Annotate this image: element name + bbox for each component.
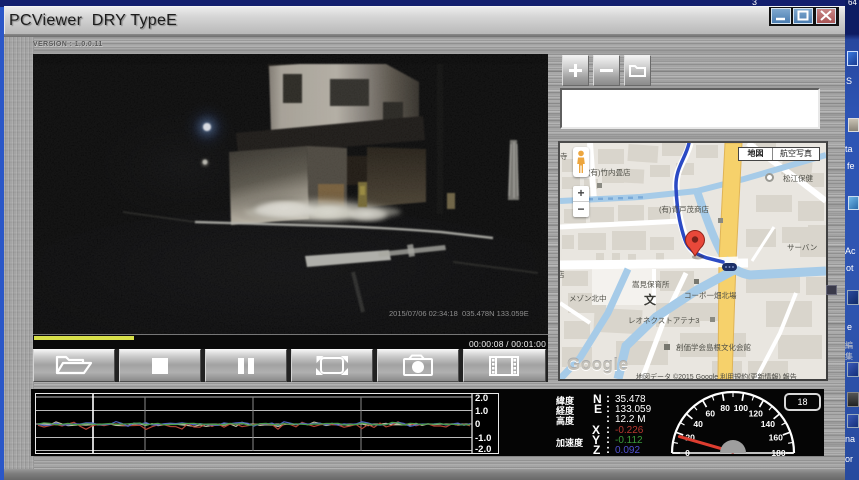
svg-text:140: 140 — [761, 419, 776, 429]
svg-text:80: 80 — [720, 403, 730, 413]
svg-text:1.0: 1.0 — [475, 406, 488, 417]
svg-text:40: 40 — [693, 419, 703, 429]
svg-text:160: 160 — [769, 432, 784, 442]
svg-text:0: 0 — [685, 448, 690, 456]
svg-text:100: 100 — [734, 403, 749, 413]
svg-text:-2.0: -2.0 — [475, 444, 491, 453]
svg-text:180: 180 — [771, 448, 786, 456]
svg-text:120: 120 — [749, 409, 764, 419]
svg-text:60: 60 — [706, 409, 716, 419]
svg-text:-1.0: -1.0 — [475, 433, 491, 444]
svg-text:2.0: 2.0 — [475, 394, 488, 404]
svg-text:0: 0 — [475, 419, 480, 430]
